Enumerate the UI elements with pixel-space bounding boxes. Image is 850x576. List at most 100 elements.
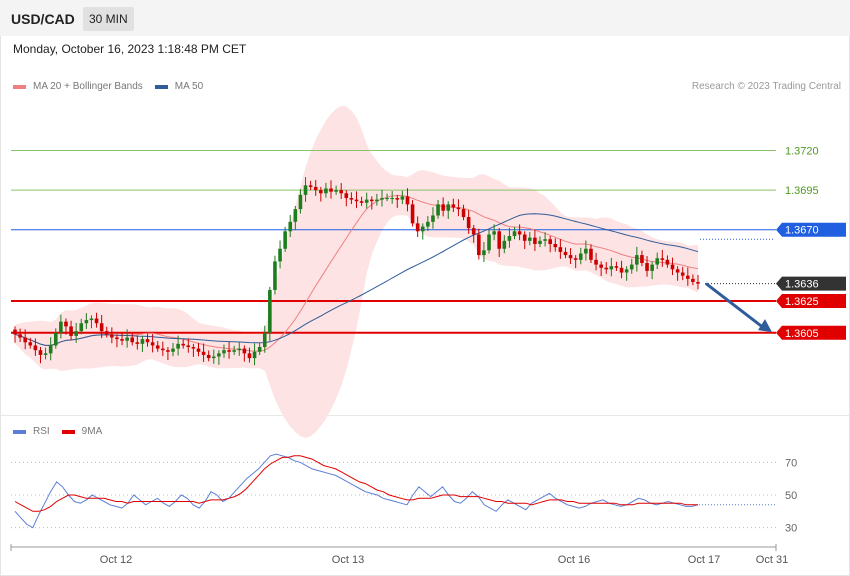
candle-body	[395, 198, 400, 200]
candle-body	[665, 259, 670, 265]
candle-body	[283, 231, 287, 249]
candle-body	[262, 332, 267, 348]
candle-body	[268, 289, 272, 333]
candle-body	[635, 255, 639, 265]
candle-body	[431, 215, 435, 222]
bollinger-band	[15, 105, 698, 439]
candle-body	[324, 188, 328, 194]
candle-body	[451, 204, 456, 208]
candle-body	[502, 240, 507, 249]
candle-body	[482, 250, 486, 256]
candle-body	[140, 339, 145, 344]
candle-body	[84, 320, 89, 324]
candle-body	[609, 266, 614, 270]
candle-body	[527, 237, 532, 241]
candle-body	[655, 258, 660, 265]
candle-body	[120, 339, 124, 341]
candle-body	[436, 204, 440, 216]
candle-body	[604, 267, 609, 270]
candle-body	[675, 269, 680, 273]
candle-body	[629, 264, 634, 270]
candle-body	[584, 248, 588, 254]
candle-body	[359, 201, 364, 203]
candle-body	[206, 354, 211, 359]
candle-body	[334, 190, 338, 192]
rsi-tick-label-50: 50	[785, 490, 797, 502]
candle-body	[161, 348, 165, 351]
candle-body	[645, 263, 649, 271]
candle-body	[533, 237, 537, 244]
candle-body	[594, 259, 598, 265]
candle-body	[578, 253, 583, 260]
candle-body	[426, 221, 430, 227]
x-tick-label-0: Oct 12	[100, 554, 132, 566]
level-label-3: 1.3636	[785, 279, 819, 291]
candle-body	[461, 209, 466, 218]
candle-body	[375, 199, 379, 202]
candle-body	[313, 186, 318, 191]
candle-body	[390, 198, 394, 200]
candle-body	[217, 353, 221, 357]
candle-body	[222, 350, 226, 354]
candle-body	[522, 234, 527, 241]
candle-body	[186, 345, 191, 348]
candle-body	[273, 261, 277, 290]
candle-body	[614, 266, 619, 268]
candle-body	[696, 282, 700, 284]
candle-body	[288, 221, 293, 232]
candle-body	[69, 326, 73, 336]
candle-body	[99, 323, 104, 332]
candle-body	[573, 258, 578, 260]
candle-body	[43, 353, 48, 355]
level-label-5: 1.3605	[785, 328, 819, 340]
candle-body	[563, 251, 568, 256]
candle-body	[227, 350, 231, 352]
candle-body	[257, 347, 262, 352]
candle-body	[145, 339, 150, 343]
candle-body	[507, 236, 512, 241]
candle-body	[237, 348, 242, 351]
candle-body	[79, 323, 84, 332]
candle-body	[400, 196, 405, 200]
candle-body	[487, 234, 491, 251]
candle-body	[650, 264, 654, 271]
candle-body	[308, 185, 313, 187]
candle-body	[385, 198, 389, 200]
x-tick-label-1: Oct 13	[332, 554, 364, 566]
candle-body	[18, 334, 22, 338]
candle-body	[640, 255, 644, 264]
candle-body	[125, 337, 129, 341]
candle-body	[89, 318, 94, 321]
rsi-tick-label-30: 30	[785, 523, 797, 535]
candle-body	[660, 258, 665, 260]
candle-body	[349, 198, 354, 200]
candle-body	[441, 204, 445, 211]
candle-body	[568, 255, 573, 259]
candle-body	[201, 351, 206, 355]
candle-body	[293, 209, 298, 222]
candle-body	[155, 345, 160, 349]
candle-body	[420, 226, 425, 232]
candle-body	[166, 350, 170, 352]
candle-body	[686, 275, 690, 279]
candle-body	[171, 348, 175, 352]
candle-body	[415, 223, 420, 232]
level-label-2: 1.3670	[785, 225, 819, 237]
candle-body	[543, 239, 547, 241]
candle-body	[512, 231, 517, 237]
level-label-1: 1.3695	[785, 185, 819, 197]
candle-body	[181, 343, 186, 346]
candle-body	[150, 342, 155, 346]
candle-body	[278, 248, 282, 262]
candle-body	[303, 185, 308, 195]
candle-body	[252, 351, 257, 359]
rsi-series-rsi	[14, 453, 699, 529]
candle-body	[380, 198, 384, 200]
candle-body	[115, 337, 119, 340]
x-tick-label-4: Oct 31	[756, 554, 788, 566]
candle-body	[339, 190, 344, 194]
candle-body	[538, 240, 542, 244]
candle-body	[471, 228, 476, 235]
candle-body	[548, 239, 552, 244]
level-label-4: 1.3625	[785, 296, 819, 308]
